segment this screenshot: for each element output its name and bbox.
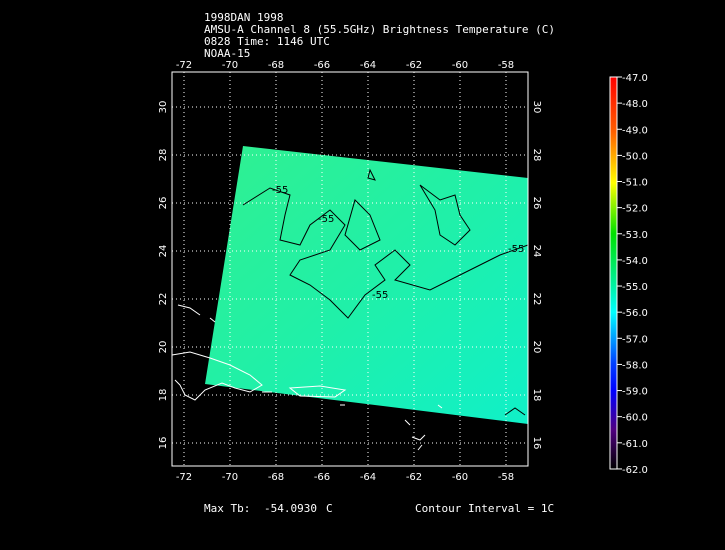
lon-tick-label-bottom: -72 — [176, 472, 192, 483]
colorbar-label: -57.0 — [622, 334, 648, 345]
max-tb-unit: C — [326, 502, 333, 515]
lon-tick-label-bottom: -64 — [360, 472, 376, 483]
lat-tick-label-right: 22 — [531, 293, 542, 306]
lon-tick-label-top: -72 — [176, 60, 192, 71]
colorbar-label: -49.0 — [622, 125, 648, 136]
contour-label: -55 — [272, 185, 288, 196]
contour-label: -55 — [318, 214, 334, 225]
lon-tick-label-top: -58 — [498, 60, 514, 71]
colorbar-label: -61.0 — [622, 439, 648, 450]
lon-tick-label-bottom: -58 — [498, 472, 514, 483]
lat-tick-label-right: 18 — [531, 389, 542, 402]
colorbar-label: -60.0 — [622, 413, 648, 424]
lat-tick-label-left: 26 — [158, 197, 169, 210]
colorbar-label: -51.0 — [622, 178, 648, 189]
lat-tick-label-left: 28 — [158, 149, 169, 162]
lon-tick-label-bottom: -66 — [314, 472, 330, 483]
lon-tick-label-bottom: -60 — [452, 472, 468, 483]
lat-tick-label-left: 20 — [158, 341, 169, 354]
colorbar — [609, 76, 618, 470]
colorbar-label: -53.0 — [622, 230, 648, 241]
contour-label: -55 — [508, 244, 524, 255]
colorbar-label: -55.0 — [622, 282, 648, 293]
map-plot: -55 -55 -55 -55 -72 -72 -70 -70 -68 -68 -66 -66 -64… — [158, 60, 648, 483]
lat-tick-label-right: 16 — [531, 437, 542, 450]
lat-tick-label-left: 24 — [158, 245, 169, 258]
map-figure: 1998DAN 1998 AMSU-A Channel 8 (55.5GHz) … — [0, 0, 725, 550]
colorbar-label: -48.0 — [622, 99, 648, 110]
colorbar-label: -54.0 — [622, 256, 648, 267]
lon-tick-label-bottom: -62 — [406, 472, 422, 483]
lon-tick-label-top: -60 — [452, 60, 468, 71]
lat-tick-label-right: 30 — [531, 101, 542, 114]
colorbar-label: -56.0 — [622, 308, 648, 319]
lat-tick-label-right: 24 — [531, 245, 542, 258]
colorbar-label: -58.0 — [622, 360, 648, 371]
lon-tick-label-top: -64 — [360, 60, 376, 71]
colorbar-label: -50.0 — [622, 151, 648, 162]
contour-interval: Contour Interval = 1C — [415, 502, 555, 515]
lat-tick-label-right: 26 — [531, 197, 542, 210]
max-tb-label: Max Tb: — [204, 502, 251, 515]
lat-tick-label-right: 28 — [531, 149, 542, 162]
colorbar-label: -52.0 — [622, 204, 648, 215]
colorbar-labels: -47.0 -48.0 -49.0 -50.0 -51.0 -52.0 -53.0 -54.0… — [617, 73, 648, 476]
satellite-swath — [205, 146, 528, 424]
lon-tick-label-top: -66 — [314, 60, 330, 71]
lat-tick-label-left: 22 — [158, 293, 169, 306]
lon-tick-label-top: -68 — [268, 60, 284, 71]
lon-tick-label-top: -62 — [406, 60, 422, 71]
lon-tick-label-bottom: -70 — [222, 472, 238, 483]
contour-label: -55 — [372, 290, 388, 301]
lat-tick-label-left: 30 — [158, 101, 169, 114]
lat-tick-label-right: 20 — [531, 341, 542, 354]
colorbar-label: -59.0 — [622, 387, 648, 398]
lon-tick-label-top: -70 — [222, 60, 238, 71]
max-tb-value: -54.0930 — [264, 502, 317, 515]
lon-tick-label-bottom: -68 — [268, 472, 284, 483]
colorbar-label: -47.0 — [622, 73, 648, 84]
lat-tick-label-left: 16 — [158, 437, 169, 450]
colorbar-label: -62.0 — [622, 465, 648, 476]
lat-tick-label-left: 18 — [158, 389, 169, 402]
